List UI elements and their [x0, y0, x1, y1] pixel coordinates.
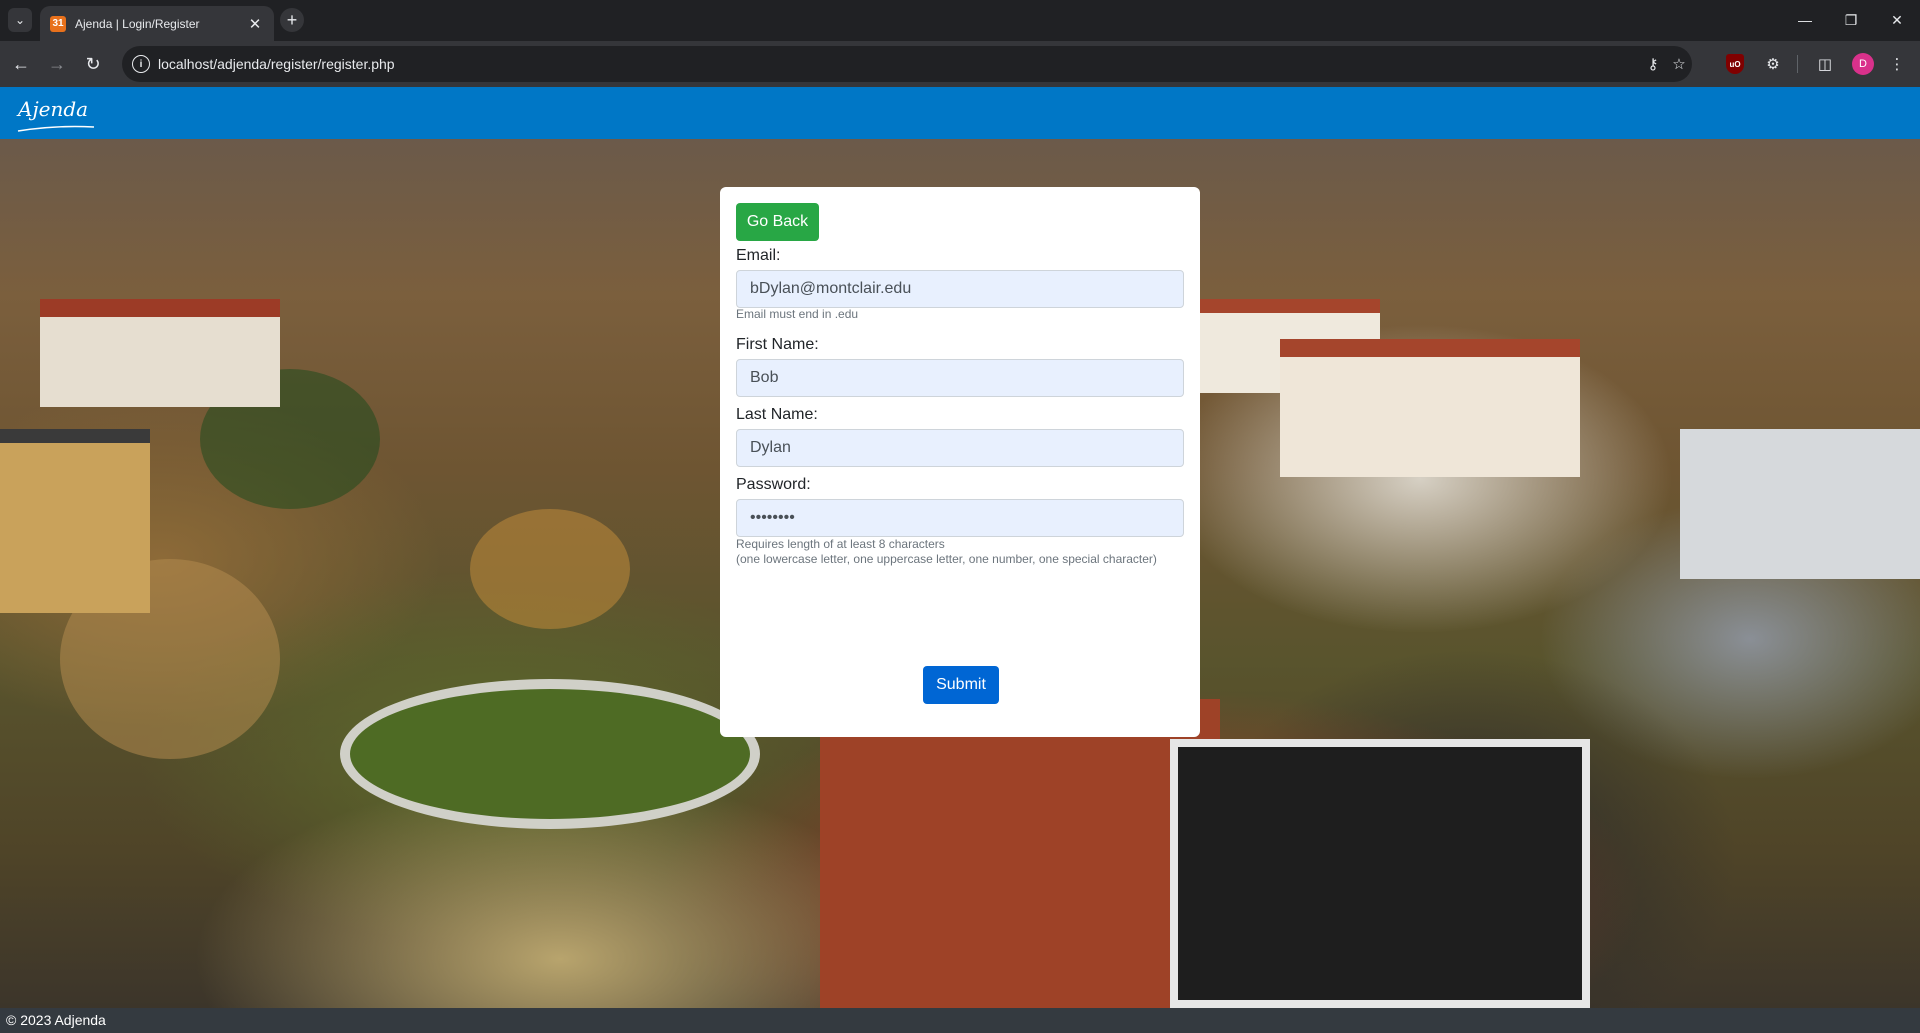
reload-icon[interactable]: ↻ [78, 49, 108, 79]
footer-copyright: © 2023 Adjenda [6, 1012, 106, 1028]
first-name-field[interactable] [736, 359, 1184, 397]
calendar-favicon-icon: 31 [50, 15, 66, 32]
new-tab-icon[interactable]: + [280, 8, 304, 32]
key-icon[interactable]: ⚷ [1642, 53, 1664, 75]
email-label: Email: [736, 247, 781, 264]
building [1280, 339, 1580, 477]
building [820, 699, 1220, 1008]
tab-title: Ajenda | Login/Register [75, 16, 200, 31]
building [1170, 739, 1590, 1008]
tree-cluster [470, 509, 630, 629]
menu-icon[interactable]: ⋮ [1886, 53, 1908, 75]
close-icon[interactable]: ✕ [246, 15, 264, 33]
building [40, 299, 280, 407]
page-viewport: Ajenda Go Back Email: Email must end in … [0, 87, 1920, 1033]
side-panel-icon[interactable]: ◫ [1814, 53, 1836, 75]
browser-tab[interactable]: 31 Ajenda | Login/Register ✕ [40, 6, 274, 41]
maximize-icon[interactable]: ❐ [1828, 8, 1874, 32]
address-bar[interactable]: i localhost/adjenda/register/register.ph… [122, 46, 1692, 82]
last-name-field[interactable] [736, 429, 1184, 467]
tab-search-icon[interactable]: ⌄ [8, 8, 32, 32]
site-logo[interactable]: Ajenda [18, 97, 88, 121]
password-field[interactable] [736, 499, 1184, 537]
window-close-icon[interactable]: ✕ [1874, 8, 1920, 32]
building [0, 429, 150, 613]
email-field[interactable] [736, 270, 1184, 308]
password-help-rules: (one lowercase letter, one uppercase let… [736, 552, 1157, 566]
password-label: Password: [736, 476, 811, 493]
first-name-label: First Name: [736, 336, 819, 353]
extensions-icon[interactable]: ⚙ [1762, 53, 1784, 75]
forward-icon[interactable]: → [42, 49, 72, 79]
email-help-text: Email must end in .edu [736, 307, 859, 321]
submit-button[interactable]: Submit [923, 666, 999, 704]
building [1680, 429, 1920, 579]
site-info-icon[interactable]: i [132, 55, 150, 73]
site-navbar: Ajenda [0, 87, 1920, 139]
lawn-oval [340, 679, 760, 829]
minimize-icon[interactable]: — [1782, 8, 1828, 32]
go-back-button[interactable]: Go Back [736, 203, 819, 241]
logo-swoosh-icon [17, 125, 95, 132]
url-text[interactable]: localhost/adjenda/register/register.php [158, 56, 395, 72]
browser-toolbar: ← → ↻ i localhost/adjenda/register/regis… [0, 41, 1920, 87]
last-name-label: Last Name: [736, 406, 818, 423]
star-icon[interactable]: ☆ [1668, 53, 1690, 75]
back-icon[interactable]: ← [6, 49, 36, 79]
browser-tab-strip: ⌄ 31 Ajenda | Login/Register ✕ + — ❐ ✕ [0, 0, 1920, 41]
profile-avatar[interactable]: D [1852, 53, 1874, 75]
site-footer: © 2023 Adjenda [0, 1008, 1920, 1033]
toolbar-divider [1797, 55, 1798, 73]
ublock-icon[interactable]: uO [1726, 54, 1744, 74]
register-form-card: Go Back Email: Email must end in .edu Fi… [720, 187, 1200, 737]
